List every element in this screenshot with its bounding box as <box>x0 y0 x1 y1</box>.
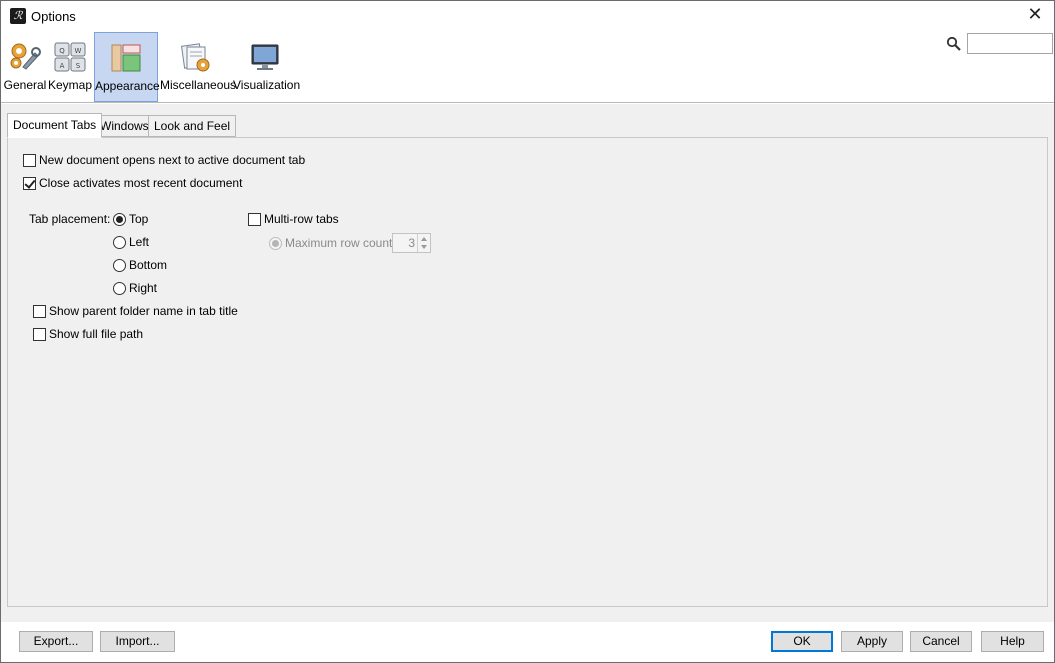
placement-bottom-radio[interactable] <box>113 259 126 272</box>
import-button[interactable]: Import... <box>100 631 175 652</box>
category-visualization[interactable]: Visualization <box>233 32 301 102</box>
document-tabs-panel <box>7 137 1048 607</box>
title-bar: ℛ Options ✕ <box>1 1 1054 32</box>
placement-right-label: Right <box>129 281 158 295</box>
category-toolbar: General Q W A S Keymap Appearance Miscel… <box>1 32 1054 103</box>
new-doc-next-label: New document opens next to active docume… <box>39 153 306 167</box>
show-full-path-checkbox[interactable] <box>33 328 46 341</box>
show-parent-folder-checkbox[interactable] <box>33 305 46 318</box>
new-doc-next-checkbox[interactable] <box>23 154 36 167</box>
category-general-label: General <box>3 78 47 92</box>
placement-left-label: Left <box>129 235 150 249</box>
cancel-button[interactable]: Cancel <box>910 631 972 652</box>
close-icon[interactable]: ✕ <box>1026 6 1044 24</box>
svg-text:W: W <box>75 47 82 55</box>
tab-document-tabs[interactable]: Document Tabs <box>7 113 103 138</box>
options-window: ℛ Options ✕ General Q W A S Keymap Appea… <box>0 0 1055 663</box>
show-full-path-label: Show full file path <box>49 327 144 341</box>
svg-text:A: A <box>60 62 65 70</box>
close-activates-recent-checkbox[interactable] <box>23 177 36 190</box>
apply-button[interactable]: Apply <box>841 631 903 652</box>
placement-left-radio[interactable] <box>113 236 126 249</box>
placement-top-radio[interactable] <box>113 213 126 226</box>
category-general[interactable]: General <box>3 32 47 102</box>
category-miscellaneous[interactable]: Miscellaneous <box>160 32 237 102</box>
tab-windows[interactable]: Windows <box>94 115 155 137</box>
multi-row-tabs-checkbox[interactable] <box>248 213 261 226</box>
spinner-down-icon[interactable] <box>421 245 427 249</box>
misc-stack-icon <box>180 43 210 72</box>
help-button[interactable]: Help <box>981 631 1044 652</box>
max-row-count-value: 3 <box>408 236 415 250</box>
gears-wrench-icon <box>10 43 41 70</box>
category-appearance[interactable]: Appearance <box>94 32 160 102</box>
show-parent-folder-label: Show parent folder name in tab title <box>49 304 238 318</box>
category-miscellaneous-label: Miscellaneous <box>160 78 237 92</box>
max-row-count-spinner[interactable]: 3 <box>392 233 431 253</box>
max-row-count-label: Maximum row count: <box>285 236 396 250</box>
layout-panels-icon <box>111 44 141 72</box>
placement-right-radio[interactable] <box>113 282 126 295</box>
spinner-arrows <box>417 234 430 252</box>
tab-look-and-feel[interactable]: Look and Feel <box>148 115 237 137</box>
window-title: Options <box>31 9 76 24</box>
search-icon <box>946 36 961 51</box>
close-activates-recent-label: Close activates most recent document <box>39 176 243 190</box>
monitor-icon <box>251 44 279 70</box>
svg-text:Q: Q <box>59 47 65 55</box>
keyboard-keys-icon: Q W A S <box>54 42 86 72</box>
max-row-count-radio[interactable] <box>269 237 282 250</box>
category-appearance-label: Appearance <box>95 79 160 93</box>
placement-bottom-label: Bottom <box>129 258 168 272</box>
category-keymap[interactable]: Q W A S Keymap <box>48 32 92 102</box>
spinner-up-icon[interactable] <box>421 237 427 241</box>
placement-top-label: Top <box>129 212 149 226</box>
export-button[interactable]: Export... <box>19 631 93 652</box>
ok-button[interactable]: OK <box>771 631 833 652</box>
multi-row-tabs-label: Multi-row tabs <box>264 212 339 226</box>
category-visualization-label: Visualization <box>233 78 301 92</box>
category-keymap-label: Keymap <box>48 78 93 92</box>
svg-text:S: S <box>76 62 81 70</box>
app-icon: ℛ <box>10 8 26 24</box>
search-input[interactable] <box>967 33 1053 54</box>
tab-placement-label: Tab placement: <box>29 212 111 226</box>
